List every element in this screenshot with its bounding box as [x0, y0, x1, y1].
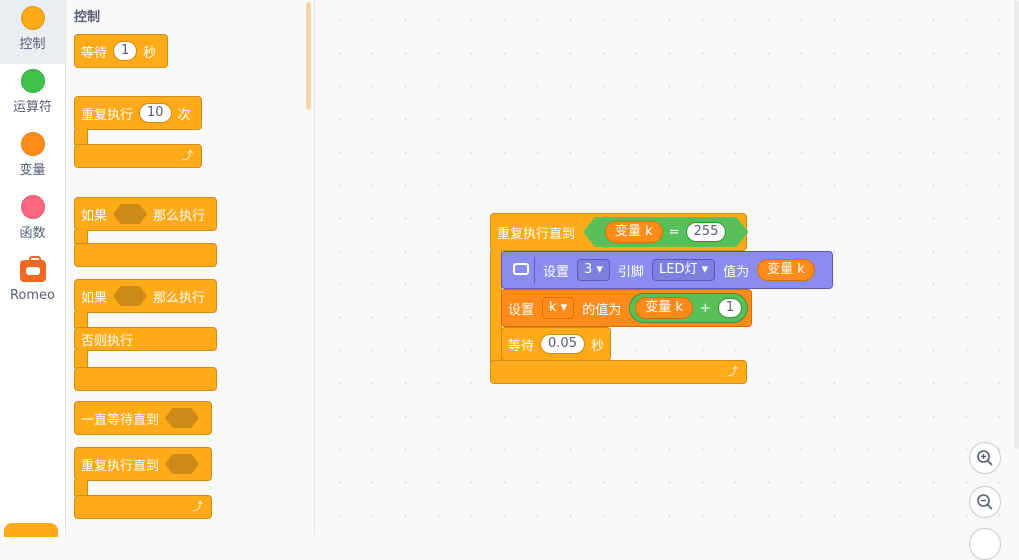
add-operator[interactable]: 变量 k + 1 — [629, 293, 749, 323]
category-variables[interactable]: 变量 — [0, 126, 65, 190]
variables-color-icon — [20, 132, 45, 156]
block-label: 否则执行 — [81, 333, 134, 349]
block-label: 那么执行 — [153, 290, 206, 306]
block-unit: 秒 — [590, 338, 604, 354]
workspace-scrollbar[interactable] — [1014, 0, 1019, 450]
operators-color-icon — [20, 69, 45, 93]
block-label: 引脚 — [617, 264, 644, 280]
condition-slot[interactable] — [113, 286, 148, 306]
block-label: 值为 — [723, 264, 750, 280]
zoom-reset-button[interactable] — [969, 528, 1001, 560]
condition-slot[interactable] — [165, 408, 200, 428]
functions-color-icon — [20, 195, 45, 219]
block-label: 如果 — [81, 208, 108, 224]
block-label: 如果 — [81, 290, 108, 306]
category-menu: 控制 运算符 变量 函数 Romeo — [0, 0, 66, 537]
block-label: 等待 — [508, 338, 535, 354]
palette-scrollbar[interactable] — [306, 2, 311, 110]
variable-reporter[interactable]: 变量 k — [605, 221, 663, 243]
block-label: 设置 — [543, 264, 570, 280]
loop-arrow-icon: ⤴ — [182, 149, 193, 162]
block-palette: 控制 等待 1 秒 重复执行 10 次 ⤴ 如果 那么执行 如果 那么执行 否则… — [66, 0, 315, 534]
block-label: 一直等待直到 — [81, 412, 160, 428]
category-control[interactable]: 控制 — [0, 0, 65, 64]
robot-icon — [508, 257, 535, 283]
block-wait[interactable]: 等待 0.05 秒 — [501, 327, 611, 361]
category-label: 函数 — [19, 226, 46, 241]
zoom-out-icon — [977, 494, 993, 510]
category-romeo[interactable]: Romeo — [0, 252, 65, 316]
block-label: 等待 — [81, 45, 108, 61]
category-label: 变量 — [19, 163, 46, 178]
block-label: 的值为 — [582, 302, 622, 318]
palette-title: 控制 — [74, 10, 101, 25]
loop-arrow-icon: ⤴ — [727, 365, 738, 378]
block-label: 重复执行 — [81, 107, 134, 123]
zoom-out-button[interactable] — [969, 486, 1001, 518]
block-set-pin[interactable]: 设置 3 ▾ 引脚 LED灯 ▾ 值为 变量 k — [501, 251, 833, 289]
category-label: 控制 — [19, 37, 46, 52]
condition-slot[interactable] — [165, 454, 200, 474]
zoom-in-button[interactable] — [969, 442, 1001, 474]
block-label: 重复执行直到 — [497, 226, 576, 242]
value-input[interactable]: 1 — [717, 298, 743, 318]
seconds-input[interactable]: 1 — [113, 41, 138, 61]
block-set-variable[interactable]: 设置 k ▾ 的值为 变量 k + 1 — [501, 289, 752, 327]
block-label: 重复执行直到 — [81, 458, 160, 474]
category-label: Romeo — [9, 288, 56, 303]
zoom-in-icon — [977, 450, 993, 466]
times-input[interactable]: 10 — [139, 103, 172, 123]
block-label: 设置 — [508, 302, 535, 318]
robot-icon — [19, 256, 46, 282]
variable-reporter[interactable]: 变量 k — [757, 259, 815, 281]
operator-symbol: = — [668, 224, 680, 240]
category-functions[interactable]: 函数 — [0, 189, 65, 253]
seconds-input[interactable]: 0.05 — [540, 334, 585, 354]
block-label: 那么执行 — [153, 208, 206, 224]
condition-slot[interactable] — [113, 204, 148, 224]
script-workspace[interactable]: 重复执行直到 变量 k = 255 设置 3 ▾ 引脚 LED灯 ▾ 值为 变量… — [315, 0, 1019, 560]
device-dropdown[interactable]: LED灯 ▾ — [651, 259, 716, 281]
variable-dropdown[interactable]: k ▾ — [542, 297, 575, 319]
block-unit: 秒 — [143, 45, 157, 61]
loop-arrow-icon: ⤴ — [192, 500, 203, 513]
equals-operator[interactable]: 变量 k = 255 — [583, 217, 748, 247]
extension-button[interactable] — [4, 523, 58, 537]
variable-reporter[interactable]: 变量 k — [635, 297, 693, 319]
category-label: 运算符 — [12, 100, 52, 115]
operator-symbol: + — [699, 300, 711, 316]
pin-dropdown[interactable]: 3 ▾ — [577, 259, 610, 281]
block-unit: 次 — [177, 107, 191, 123]
category-operators[interactable]: 运算符 — [0, 63, 65, 127]
control-color-icon — [20, 6, 45, 30]
value-input[interactable]: 255 — [686, 222, 727, 242]
